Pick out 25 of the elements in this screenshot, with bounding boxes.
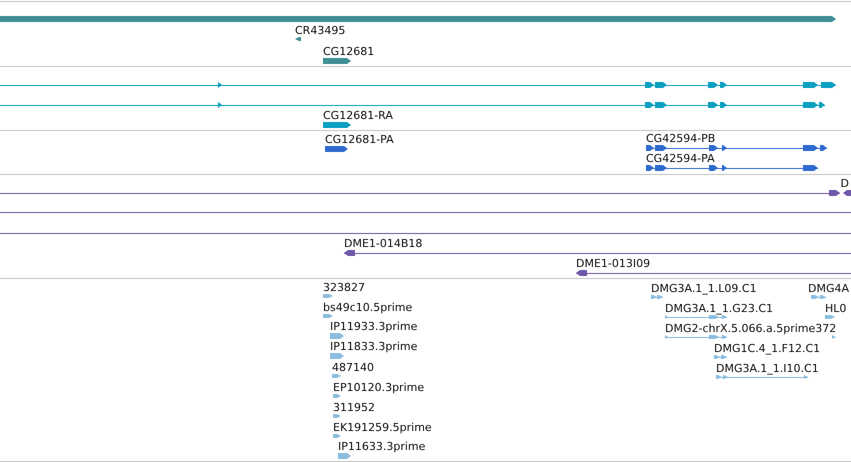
feature-label: CG42594-PB: [646, 132, 716, 145]
feature-label: DMG2-chrX.5.066.a.5prime372: [665, 322, 836, 335]
feature-label: CG12681-RA: [323, 109, 393, 122]
feature-label: DME1-014B18: [344, 237, 422, 250]
feature-label: IP11833.3prime: [330, 340, 418, 353]
feature-label: DMG4A: [808, 282, 849, 295]
feature-label: EK191259.5prime: [333, 421, 432, 434]
feature-label: CG12681: [323, 45, 374, 58]
feature-label: CG42594-PA: [646, 152, 715, 165]
feature-label: DMG3A.1_1.G23.C1: [665, 302, 774, 315]
feature-label: 311952: [333, 401, 375, 414]
feature-label: EP10120.3prime: [333, 381, 424, 394]
feature-label: DMG3A.1_1.I10.C1: [716, 362, 819, 375]
feature-label: CG12681-PA: [325, 133, 394, 146]
feature-label: 323827: [323, 281, 365, 294]
feature-label: DMG3A.1_1.L09.C1: [651, 282, 757, 295]
feature-label: bs49c10.5prime: [323, 301, 412, 314]
feature-label: IP11633.3prime: [338, 440, 426, 453]
feature-label: DMG1C.4_1.F12.C1: [714, 342, 820, 355]
feature-label: CR43495: [295, 24, 346, 37]
feature-label: DME1-013I09: [576, 257, 650, 270]
feature-label: 487140: [332, 361, 374, 374]
feature-label: IP11933.3prime: [330, 320, 418, 333]
feature-label: HL0: [825, 302, 846, 315]
feature-label: D: [840, 177, 849, 190]
